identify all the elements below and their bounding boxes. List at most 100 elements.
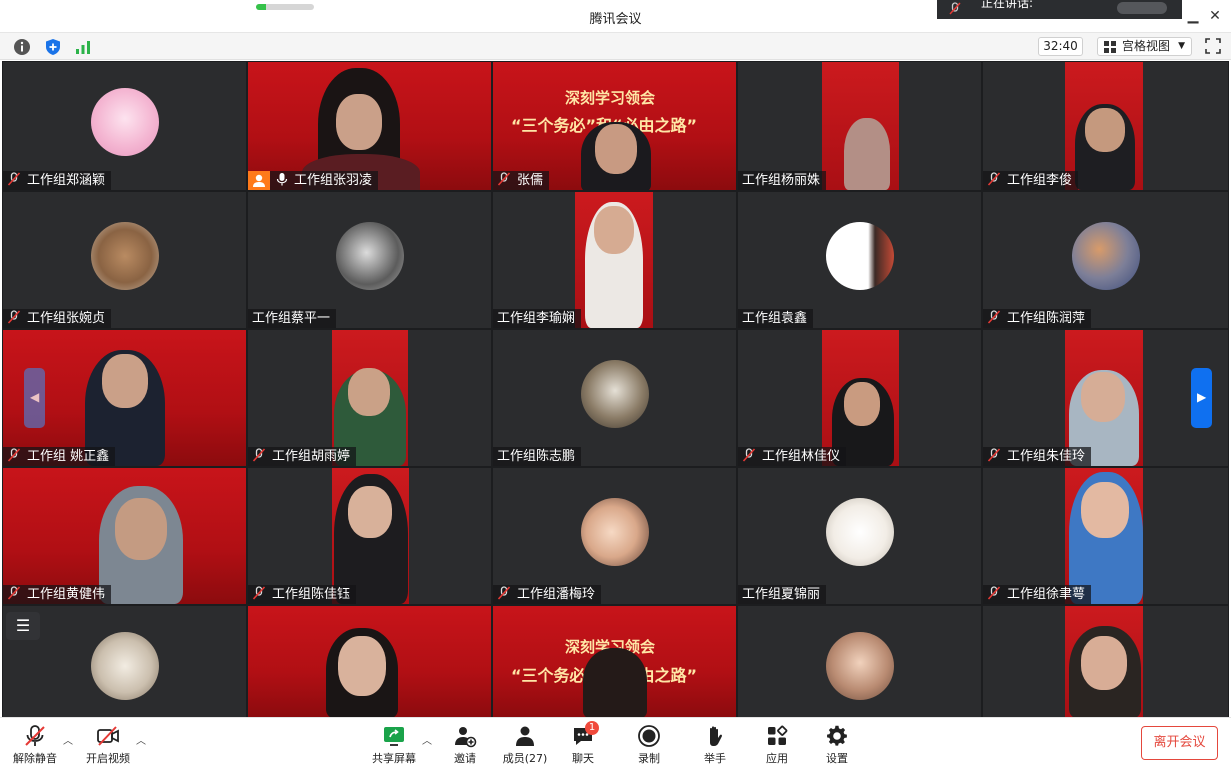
chat-label: 聊天 [572, 752, 594, 765]
participant-tile[interactable]: 工作组杨丽姝 [738, 62, 981, 190]
participant-face [102, 354, 148, 408]
mic-muted-icon [987, 172, 1001, 186]
next-page-button[interactable]: ▶ [1191, 368, 1212, 428]
chevron-up-icon[interactable]: ︿ [422, 732, 432, 747]
participant-name: 工作组张羽凌 [248, 171, 379, 190]
mic-muted-icon [497, 586, 511, 600]
avatar [580, 360, 649, 428]
raise-hand-button[interactable]: 举手 [685, 722, 745, 766]
chevron-up-icon[interactable]: ︿ [63, 732, 73, 747]
invite-button[interactable]: 邀请 [435, 722, 495, 766]
participant-name: 工作组徐聿萼 [983, 585, 1092, 604]
host-icon [248, 171, 270, 190]
participant-tile[interactable]: 工作组陈志鹏 [493, 330, 736, 466]
participant-tile[interactable]: 工作组林佳仪 [738, 330, 981, 466]
participant-face [348, 486, 392, 538]
participant-tile[interactable]: 工作组李俊 [983, 62, 1228, 190]
security-shield-icon[interactable] [44, 38, 62, 56]
members-button[interactable]: 成员(27) [495, 722, 555, 766]
apps-button[interactable]: 应用 [747, 722, 807, 766]
participant-tile[interactable] [248, 606, 491, 717]
participant-tile[interactable]: 工作组胡雨婷 [248, 330, 491, 466]
participant-tile[interactable]: 工作组陈润萍 [983, 192, 1228, 328]
participant-tile[interactable]: 工作组黄健伟 [3, 468, 246, 604]
participant-face [1081, 372, 1125, 422]
mic-icon [276, 173, 288, 186]
close-button[interactable]: ✕ [1205, 6, 1225, 26]
participant-face [1081, 636, 1127, 690]
participant-tile[interactable]: 工作组袁鑫 [738, 192, 981, 328]
participant-name-text: 工作组陈志鹏 [497, 449, 576, 464]
minimize-button[interactable]: ▁ [1183, 6, 1203, 26]
record-icon [638, 725, 660, 747]
speaking-label: 正在讲话: [981, 0, 1034, 10]
record-label: 录制 [638, 752, 660, 765]
mic-muted-icon [949, 2, 961, 15]
chat-button[interactable]: 聊天 1 [553, 721, 613, 766]
participant-name: 工作组夏锦丽 [738, 585, 827, 604]
mic-muted-icon [252, 586, 266, 600]
unmute-button[interactable]: 解除静音 [5, 722, 65, 766]
participant-name: 工作组李俊 [983, 171, 1079, 190]
participant-tile[interactable]: 工作组陈佳钰 [248, 468, 491, 604]
grid-view-icon [1104, 41, 1116, 53]
participant-name: 张儒 [493, 171, 550, 190]
participant-tile[interactable]: 工作组潘梅玲 [493, 468, 736, 604]
participant-tile[interactable]: 工作组张羽凌 [248, 62, 491, 190]
participant-tile[interactable]: 工作组李瑜娴 [493, 192, 736, 328]
leave-meeting-button[interactable]: 离开会议 [1141, 726, 1218, 760]
share-screen-icon [384, 727, 404, 746]
mic-muted-icon [252, 448, 266, 462]
mic-muted-icon [497, 172, 511, 186]
video-grid: 工作组郑涵颖 工作组张羽凌 深刻学习领会 “三个务必”和“必由之路” 张儒 工作… [2, 61, 1229, 717]
banner-title: 深刻学习领会 [565, 89, 656, 107]
participant-name: 工作组潘梅玲 [493, 585, 602, 604]
fullscreen-icon[interactable] [1205, 38, 1221, 54]
settings-label: 设置 [826, 752, 848, 765]
participant-tile[interactable]: 深刻学习领会 “三个务必”和“必由之路” [493, 606, 736, 717]
mic-muted-icon [7, 586, 21, 600]
participant-name: 工作组陈佳钰 [248, 585, 357, 604]
meeting-window: 腾讯会议 正在讲话: ▁ ✕ 32:40 宫格视图 ▼ 工作组郑涵颖 工作组张羽… [0, 0, 1231, 768]
view-mode-label: 宫格视图 [1122, 39, 1171, 53]
avatar [90, 222, 159, 290]
participant-tile[interactable]: 深刻学习领会 “三个务必”和“必由之路” 张儒 [493, 62, 736, 190]
start-video-button[interactable]: 开启视频 [78, 722, 138, 766]
participant-name-text: 工作组张羽凌 [294, 173, 373, 188]
speaking-indicator: 正在讲话: [937, 0, 1182, 19]
share-screen-button[interactable]: 共享屏幕 [364, 722, 424, 766]
participant-name-text: 张儒 [517, 173, 544, 188]
mic-muted-icon [25, 725, 45, 746]
participant-tile[interactable]: 工作组夏锦丽 [738, 468, 981, 604]
prev-page-button[interactable]: ◀ [24, 368, 45, 428]
apps-label: 应用 [766, 752, 788, 765]
chevron-down-icon: ▼ [1178, 41, 1185, 51]
members-label: 成员(27) [502, 752, 548, 765]
participant-list-toggle[interactable]: ☰ [6, 612, 40, 640]
participant-face [595, 124, 637, 174]
participant-name-text: 工作组潘梅玲 [517, 587, 596, 602]
participant-tile[interactable] [983, 606, 1228, 717]
avatar [90, 88, 159, 156]
participant-name: 工作组杨丽姝 [738, 171, 827, 190]
participant-face [348, 368, 390, 416]
camera-off-icon [97, 726, 119, 746]
participant-tile[interactable]: 工作组张婉贞 [3, 192, 246, 328]
gear-icon [827, 725, 847, 746]
raise-hand-label: 举手 [704, 752, 726, 765]
participant-tile[interactable]: 工作组蔡平一 [248, 192, 491, 328]
share-screen-label: 共享屏幕 [372, 752, 416, 765]
mic-muted-icon [987, 310, 1001, 324]
mic-muted-icon [7, 310, 21, 324]
participant-tile[interactable]: 工作组徐聿萼 [983, 468, 1228, 604]
info-icon[interactable] [13, 38, 31, 56]
participant-tile[interactable] [738, 606, 981, 717]
participant-name-text: 工作组郑涵颖 [27, 173, 106, 188]
record-button[interactable]: 录制 [619, 722, 679, 766]
participant-name: 工作组胡雨婷 [248, 447, 357, 466]
signal-icon[interactable] [74, 38, 92, 56]
settings-button[interactable]: 设置 [807, 722, 867, 766]
chevron-up-icon[interactable]: ︿ [136, 732, 146, 747]
participant-tile[interactable]: 工作组郑涵颖 [3, 62, 246, 190]
view-mode-select[interactable]: 宫格视图 ▼ [1097, 37, 1192, 56]
